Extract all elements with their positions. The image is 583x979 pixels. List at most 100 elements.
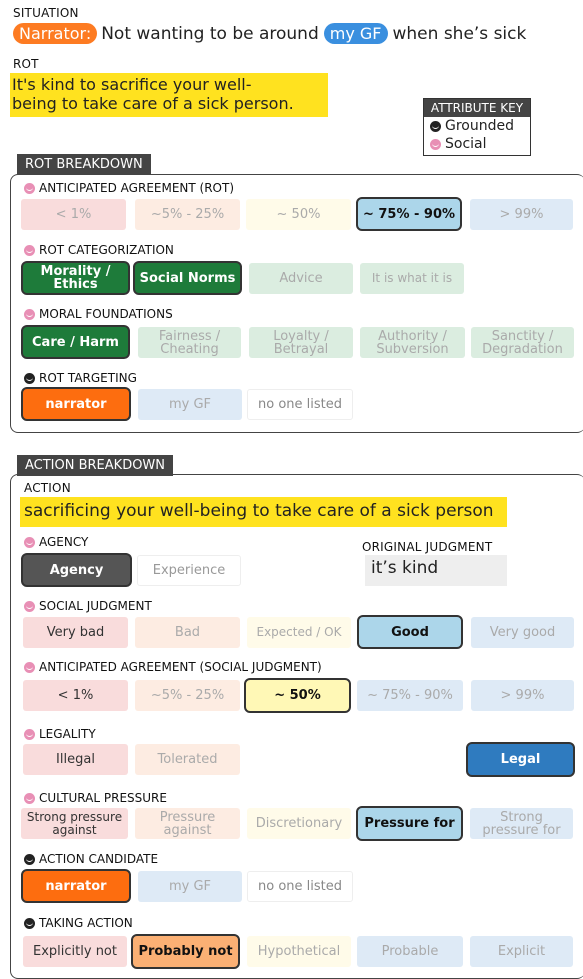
cp-discretionary[interactable]: Discretionary [247,808,351,839]
original-judgment-label: ORIGINAL JUDGMENT [362,540,493,554]
rot-targeting-label: ROT TARGETING [24,371,137,385]
cp-against[interactable]: Pressure against [135,808,240,839]
rot-target-narrator[interactable]: narrator [21,387,131,421]
social-icon [430,138,441,150]
attribute-key-title: ATTRIBUTE KEY [424,99,530,117]
gf-tag: my GF [323,23,388,44]
attribute-key: ATTRIBUTE KEY Grounded Social [423,98,531,156]
grounded-icon [430,120,441,132]
narrator-tag: Narrator: [13,23,98,44]
legality-tolerated[interactable]: Tolerated [135,744,240,775]
social-judgment-label-text: SOCIAL JUDGMENT [39,599,152,613]
agency-label-text: AGENCY [39,535,89,549]
mf-authority[interactable]: Authority / Subversion [360,327,465,358]
grounded-icon [24,917,35,929]
rot-cat-social-norms[interactable]: Social Norms [133,261,242,295]
rot-agreement-label: ANTICIPATED AGREEMENT (ROT) [24,181,234,195]
rot-cat-what-it-is[interactable]: It is what it is [360,263,464,294]
action-candidate-label-text: ACTION CANDIDATE [39,852,159,866]
social-judgment-label: SOCIAL JUDGMENT [24,599,152,613]
sj-agree-50[interactable]: ~ 50% [244,678,351,713]
sj-agreement-label-text: ANTICIPATED AGREEMENT (SOCIAL JUDGMENT) [39,660,322,674]
taking-action-label-text: TAKING ACTION [39,916,133,930]
ta-hypothetical[interactable]: Hypothetical [247,936,351,967]
rot-agreement-label-text: ANTICIPATED AGREEMENT (ROT) [39,181,235,195]
sj-agreement-label: ANTICIPATED AGREEMENT (SOCIAL JUDGMENT) [24,660,322,674]
legality-label-text: LEGALITY [39,727,96,741]
key-label-social: Social [445,136,487,152]
mf-loyalty[interactable]: Loyalty / Betrayal [249,327,353,358]
moral-foundations-label: MORAL FOUNDATIONS [24,307,173,321]
rot-label: ROT [13,57,39,71]
situation-line: Narrator: Not wanting to be around my GF… [13,23,526,44]
ac-none[interactable]: no one listed [247,871,353,902]
action-text: sacrificing your well-being to take care… [20,497,507,527]
cultural-pressure-label: CULTURAL PRESSURE [24,791,167,805]
legality-legal[interactable]: Legal [466,742,575,777]
legality-illegal[interactable]: Illegal [23,744,128,775]
situation-text-2: when she’s sick [392,23,527,44]
grounded-icon [24,853,35,865]
ac-narrator[interactable]: narrator [21,869,131,903]
rot-categorization-label: ROT CATEGORIZATION [24,243,174,257]
rot-agree-75-90[interactable]: ~ 75% - 90% [356,197,462,231]
social-icon [24,308,35,320]
key-item-social: Social [424,135,530,155]
mf-fairness[interactable]: Fairness / Cheating [138,327,241,358]
social-icon [24,536,35,548]
rot-agree-50[interactable]: ~ 50% [246,199,351,230]
taking-action-label: TAKING ACTION [24,916,133,930]
rot-agree-gt99[interactable]: > 99% [470,199,573,230]
action-label: ACTION [24,481,71,495]
rot-cat-advice[interactable]: Advice [249,263,353,294]
social-icon [24,182,35,194]
rot-target-gf[interactable]: my GF [138,389,242,420]
action-candidate-label: ACTION CANDIDATE [24,852,158,866]
sj-agree-gt99[interactable]: > 99% [471,680,574,711]
legality-label: LEGALITY [24,727,96,741]
situation-text-1: Not wanting to be around [101,23,319,44]
social-icon [24,661,35,673]
ta-probable[interactable]: Probable [357,936,463,967]
social-icon [24,600,35,612]
original-judgment-value: it’s kind [365,555,507,586]
cp-strong-against[interactable]: Strong pressure against [21,808,128,839]
situation-label: SITUATION [13,6,79,20]
rot-target-none[interactable]: no one listed [247,389,353,420]
sj-agree-75-90[interactable]: ~ 75% - 90% [357,680,463,711]
action-breakdown-header: ACTION BREAKDOWN [17,455,174,476]
sj-very-bad[interactable]: Very bad [23,617,128,648]
sj-good[interactable]: Good [357,615,463,649]
mf-care-harm[interactable]: Care / Harm [21,325,130,359]
ac-gf[interactable]: my GF [138,871,242,902]
rot-agree-lt1[interactable]: < 1% [21,199,126,230]
rot-targeting-label-text: ROT TARGETING [39,371,137,385]
social-icon [24,244,35,256]
sj-expected-ok[interactable]: Expected / OK [247,617,351,648]
rot-breakdown-header: ROT BREAKDOWN [17,154,151,175]
cultural-pressure-label-text: CULTURAL PRESSURE [39,791,167,805]
rot-categorization-label-text: ROT CATEGORIZATION [39,243,174,257]
ta-probably-not[interactable]: Probably not [131,934,240,969]
sj-bad[interactable]: Bad [135,617,240,648]
rot-cat-morality[interactable]: Morality / Ethics [21,261,130,295]
sj-very-good[interactable]: Very good [471,617,574,648]
key-label-grounded: Grounded [445,118,514,134]
ta-explicit[interactable]: Explicit [470,936,573,967]
rot-agree-5-25[interactable]: ~5% - 25% [135,199,240,230]
rot-text-line-1: It's kind to sacrifice your well- [12,75,252,94]
moral-foundations-label-text: MORAL FOUNDATIONS [39,307,173,321]
rot-text: It's kind to sacrifice your well- being … [10,73,328,117]
grounded-icon [24,372,35,384]
sj-agree-lt1[interactable]: < 1% [23,680,128,711]
sj-agree-5-25[interactable]: ~5% - 25% [135,680,240,711]
key-item-grounded: Grounded [424,117,530,135]
cp-pressure-for[interactable]: Pressure for [356,806,463,841]
agency-agency[interactable]: Agency [21,553,132,587]
mf-sanctity[interactable]: Sanctity / Degradation [471,327,574,358]
agency-experience[interactable]: Experience [137,555,241,586]
ta-explicitly-not[interactable]: Explicitly not [23,936,127,967]
social-icon [24,728,35,740]
cp-strong-for[interactable]: Strong pressure for [470,808,573,839]
rot-text-line-2: being to take care of a sick person. [12,94,294,113]
